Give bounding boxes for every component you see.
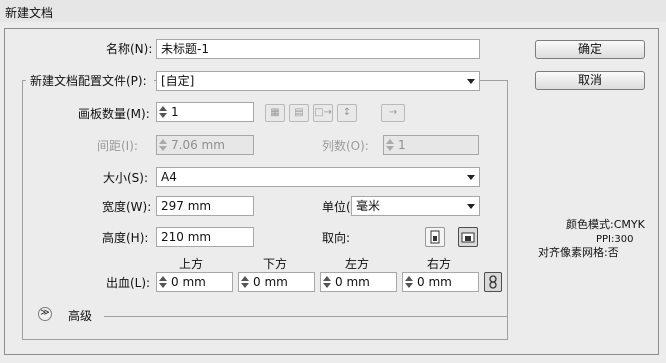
arrange-by-row-icon: □→ <box>314 107 332 118</box>
link-bleed-button[interactable] <box>484 272 502 292</box>
orientation-label: 取向: <box>322 231 351 245</box>
spacing-input[interactable]: 7.06 mm <box>156 135 254 155</box>
columns-label: 列数(O): <box>322 139 369 153</box>
size-value: A4 <box>161 170 177 184</box>
bleed-bottom-label: 下方 <box>263 257 288 271</box>
units-value: 毫米 <box>356 199 381 213</box>
arrange-by-row-button[interactable]: □→ <box>313 104 333 122</box>
title-bar: 新建文档 <box>0 0 666 22</box>
profile-value: [自定] <box>161 74 195 88</box>
spinner-icon[interactable] <box>241 275 249 289</box>
layout-direction-button[interactable]: → <box>381 104 405 122</box>
grid-by-row-button[interactable]: ▦ <box>265 104 285 122</box>
portrait-button[interactable] <box>425 227 445 247</box>
bleed-bottom-input[interactable]: 0 mm <box>238 272 315 292</box>
profile-select[interactable]: [自定] <box>156 71 480 91</box>
name-input[interactable]: 未标题-1 <box>156 39 480 59</box>
artboards-label: 画板数量(M): <box>78 107 150 121</box>
spinner-icon[interactable] <box>159 275 167 289</box>
bleed-right-input[interactable]: 0 mm <box>402 272 479 292</box>
columns-value: 1 <box>398 138 406 152</box>
chevron-double-down-icon: ≫ <box>40 308 50 318</box>
grid-by-column-button[interactable]: ▤ <box>289 104 309 122</box>
chevron-down-icon <box>467 204 475 209</box>
pixel-grid-info: 对齐像素网格:否 <box>538 246 619 259</box>
bleed-top-value: 0 mm <box>171 275 206 289</box>
landscape-icon <box>461 232 475 243</box>
columns-input[interactable]: 1 <box>383 135 479 155</box>
advanced-label: 高级 <box>68 309 93 323</box>
link-icon <box>489 275 497 289</box>
right-to-left-icon: → <box>388 107 398 118</box>
bleed-left-label: 左方 <box>345 257 370 271</box>
arrange-by-column-icon: ↕ <box>342 107 352 118</box>
width-label: 宽度(W): <box>102 200 152 214</box>
units-select[interactable]: 毫米 <box>351 196 480 216</box>
portrait-icon <box>430 230 440 244</box>
spinner-icon[interactable] <box>405 275 413 289</box>
bleed-left-value: 0 mm <box>335 275 370 289</box>
width-input[interactable]: 297 mm <box>156 196 254 216</box>
bleed-left-input[interactable]: 0 mm <box>320 272 397 292</box>
spacing-label: 间距(I): <box>97 139 138 153</box>
height-input[interactable]: 210 mm <box>156 227 254 247</box>
advanced-expand-button[interactable]: ≫ <box>38 307 52 321</box>
chevron-down-icon <box>467 175 475 180</box>
ppi-info: PPI:300 <box>596 234 634 245</box>
bleed-top-input[interactable]: 0 mm <box>156 272 233 292</box>
spinner-icon <box>159 138 167 152</box>
grid-by-column-icon: ▤ <box>294 107 304 118</box>
advanced-divider <box>104 316 508 317</box>
spinner-icon[interactable] <box>159 105 167 119</box>
spacing-value: 7.06 mm <box>171 138 225 152</box>
bleed-bottom-value: 0 mm <box>253 275 288 289</box>
grid-by-row-icon: ▦ <box>270 107 280 118</box>
bleed-label: 出血(L): <box>106 276 151 290</box>
size-select[interactable]: A4 <box>156 167 480 187</box>
size-label: 大小(S): <box>103 171 149 185</box>
arrange-by-column-button[interactable]: ↕ <box>337 104 357 122</box>
spinner-icon[interactable] <box>323 275 331 289</box>
spinner-icon <box>386 138 394 152</box>
name-label: 名称(N): <box>106 42 153 56</box>
height-label: 高度(H): <box>102 231 149 245</box>
profile-label: 新建文档配置文件(P): <box>30 74 147 88</box>
landscape-button[interactable] <box>458 227 478 247</box>
artboards-input[interactable]: 1 <box>156 102 254 122</box>
chevron-down-icon <box>467 79 475 84</box>
bleed-right-value: 0 mm <box>417 275 452 289</box>
bleed-top-label: 上方 <box>179 257 204 271</box>
bleed-right-label: 右方 <box>427 257 452 271</box>
window-title: 新建文档 <box>5 6 54 20</box>
cancel-button[interactable]: 取消 <box>535 71 645 90</box>
ok-button[interactable]: 确定 <box>535 40 645 59</box>
color-mode-info: 颜色模式:CMYK <box>566 218 645 231</box>
artboards-value: 1 <box>171 105 179 119</box>
